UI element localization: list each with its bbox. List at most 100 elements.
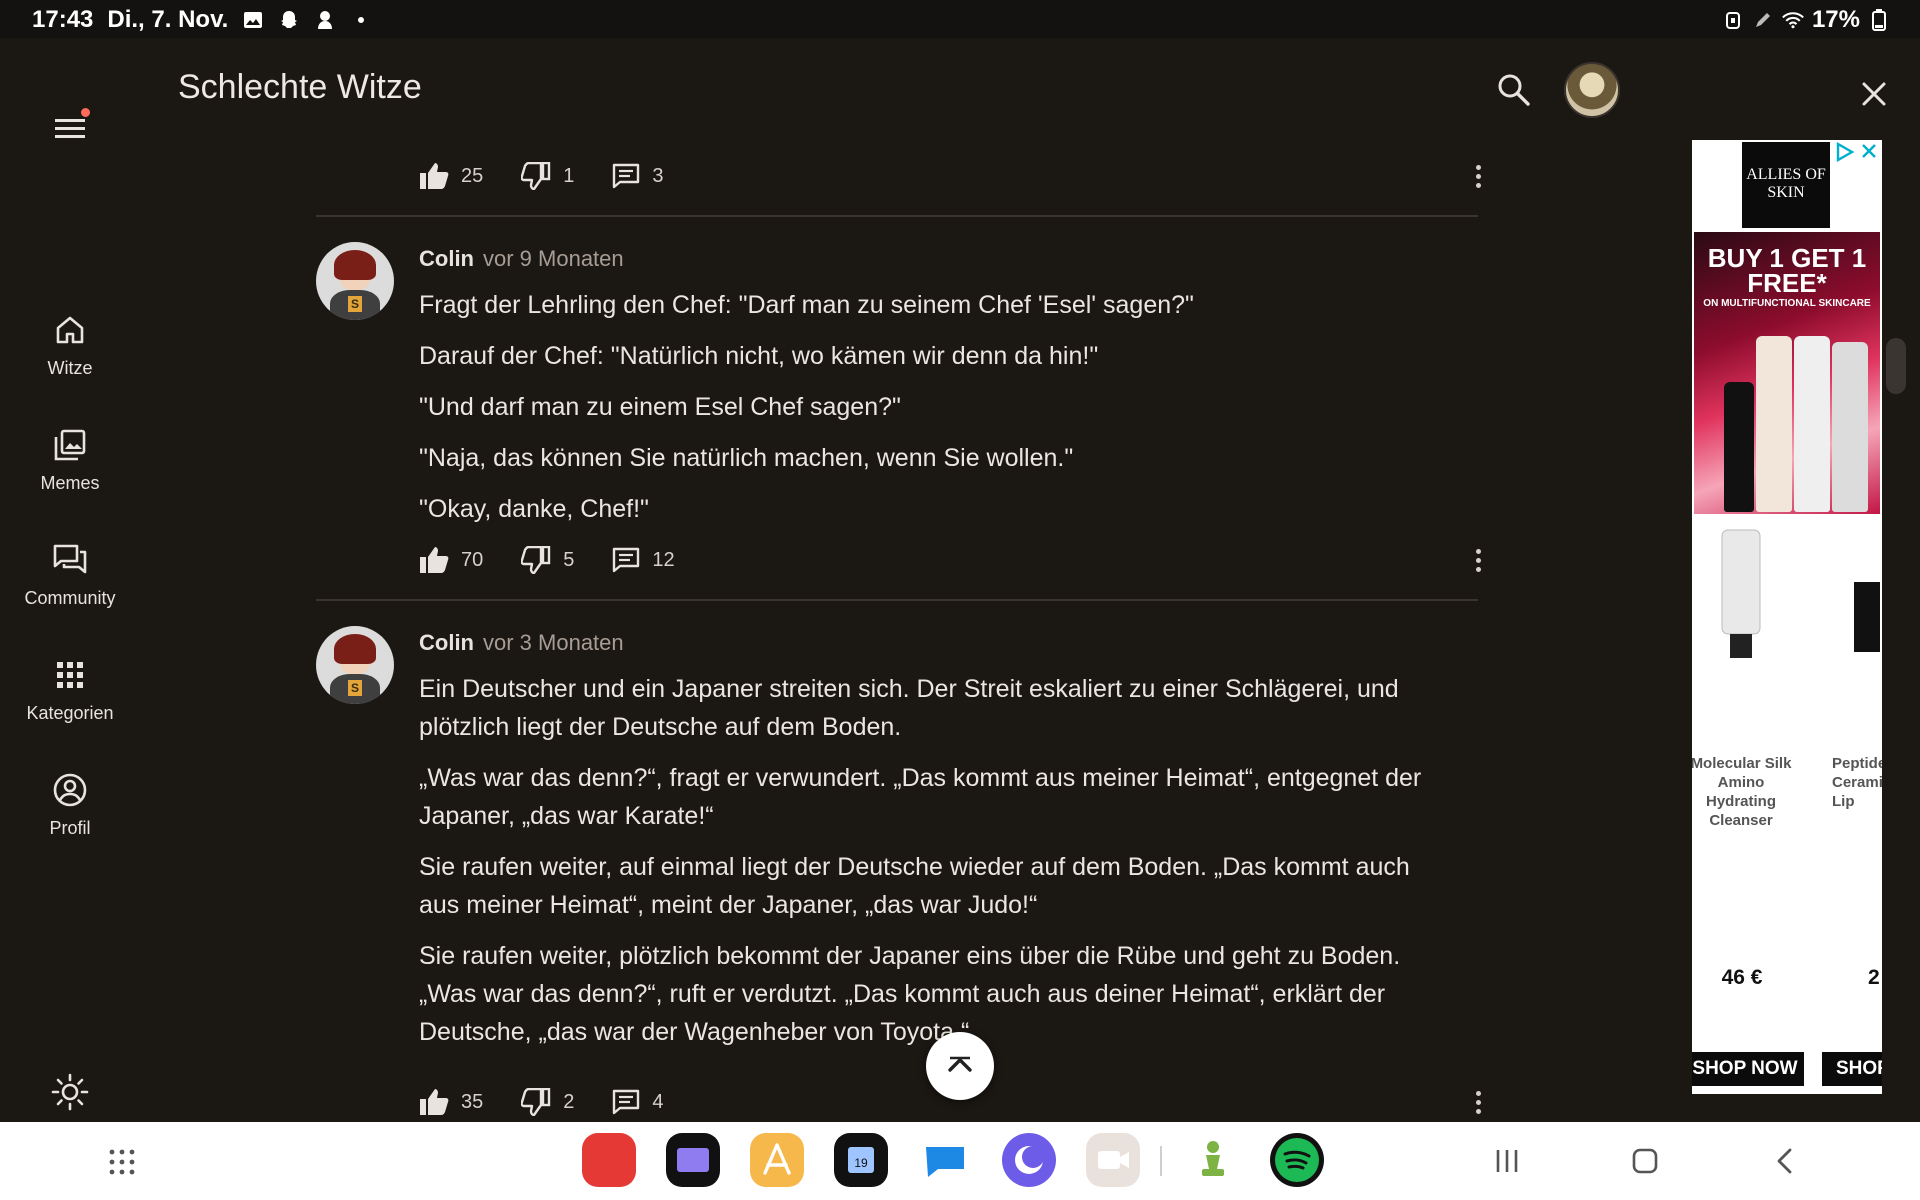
shop-button[interactable]: SHOP: [1822, 1052, 1882, 1086]
taskbar-messages-icon[interactable]: [918, 1133, 972, 1187]
pen-icon: [1752, 9, 1774, 31]
dislike-count: 1: [563, 164, 575, 187]
menu-button[interactable]: [52, 108, 90, 146]
post-time: vor 3 Monaten: [483, 630, 624, 655]
notification-dot: [81, 108, 90, 117]
dislike-button[interactable]: 5: [521, 546, 574, 574]
ad-product-image[interactable]: [1852, 522, 1882, 662]
taskbar-spotify-icon[interactable]: [1270, 1133, 1324, 1187]
panel-scroll-handle[interactable]: [1886, 338, 1906, 394]
advertisement[interactable]: ALLIES OF SKIN BUY 1 GET 1 FREE* ON MULT…: [1692, 140, 1882, 1094]
post-actions: 35 2 4: [419, 1084, 702, 1120]
main-content: Schlechte Witze 25 1 3 S Colin vor 9 Mon…: [140, 38, 1656, 1122]
more-options-button[interactable]: [1464, 542, 1492, 578]
nav-item-community[interactable]: Community: [0, 542, 140, 642]
comment-count: 12: [652, 548, 675, 571]
ad-brand-logo: ALLIES OF SKIN: [1742, 142, 1830, 228]
home-button[interactable]: [1630, 1146, 1660, 1181]
ad-product-name[interactable]: Peptides & Ceramides Lip: [1832, 754, 1882, 811]
comment-icon: [613, 163, 640, 189]
ad-product-image[interactable]: [1706, 522, 1776, 662]
snapchat-notification-icon: [278, 9, 300, 31]
taskbar-browser-icon[interactable]: [1002, 1133, 1056, 1187]
like-count: 35: [461, 1090, 484, 1113]
comments-button[interactable]: 3: [612, 163, 664, 189]
ad-controls: [1834, 141, 1878, 167]
home-square-icon: [1632, 1148, 1658, 1174]
shop-now-button[interactable]: SHOP NOW: [1692, 1052, 1804, 1086]
post-body: Fragt der Lehrling den Chef: "Darf man z…: [419, 286, 1439, 541]
close-panel-button[interactable]: [1854, 74, 1894, 114]
post-actions: 25 1 3: [419, 158, 702, 194]
home-icon: [56, 316, 84, 344]
nav-item-memes[interactable]: Memes: [0, 427, 140, 527]
app-drawer-icon: [109, 1149, 135, 1175]
like-count: 70: [461, 548, 484, 571]
post-paragraph: Fragt der Lehrling den Chef: "Darf man z…: [419, 291, 1194, 319]
page-title: Schlechte Witze: [178, 68, 422, 106]
taskbar-app-store-icon[interactable]: [750, 1133, 804, 1187]
like-button[interactable]: 35: [419, 1088, 483, 1116]
back-chevron-icon: [1777, 1148, 1792, 1174]
ad-close-icon[interactable]: [1860, 142, 1878, 167]
like-count: 25: [461, 164, 484, 187]
sun-icon: [51, 1073, 89, 1111]
ad-panel: ALLIES OF SKIN BUY 1 GET 1 FREE* ON MULT…: [1654, 38, 1920, 1122]
nav-item-witze[interactable]: Witze: [0, 312, 140, 412]
nav-item-profil[interactable]: Profil: [0, 772, 140, 872]
scroll-to-top-button[interactable]: [926, 1032, 994, 1100]
taskbar-calendar-icon[interactable]: 19: [834, 1133, 888, 1187]
taskbar-chess-icon[interactable]: [1186, 1133, 1240, 1187]
search-button[interactable]: [1494, 70, 1534, 110]
author-avatar[interactable]: S: [316, 242, 394, 320]
author-avatar[interactable]: S: [316, 626, 394, 704]
thumb-down-icon: [521, 1088, 551, 1116]
like-button[interactable]: 70: [419, 546, 483, 574]
status-bar: 17:43 Di., 7. Nov. 17%: [0, 0, 1920, 38]
wifi-icon: [1782, 9, 1804, 31]
dislike-count: 5: [563, 548, 575, 571]
battery-percentage: 17%: [1811, 6, 1860, 33]
taskbar-video-icon[interactable]: [1086, 1133, 1140, 1187]
theme-toggle-button[interactable]: [50, 1072, 90, 1112]
user-avatar[interactable]: [1564, 62, 1620, 118]
like-button[interactable]: 25: [419, 162, 483, 190]
comment-icon: [613, 1089, 640, 1115]
nav-item-label: Memes: [40, 473, 100, 493]
svg-text:19: 19: [854, 1156, 868, 1170]
more-options-button[interactable]: [1464, 1084, 1492, 1120]
taskbar-files-icon[interactable]: [666, 1133, 720, 1187]
post-paragraph: "Okay, danke, Chef!": [419, 495, 649, 523]
gallery-icon: [54, 429, 86, 461]
thumb-up-icon: [420, 163, 449, 189]
divider: [316, 215, 1478, 217]
divider: [316, 599, 1478, 601]
ad-subline: ON MULTIFUNCTIONAL SKINCARE: [1703, 298, 1871, 309]
dislike-button[interactable]: 2: [521, 1088, 574, 1116]
comments-button[interactable]: 12: [612, 547, 675, 573]
dislike-button[interactable]: 1: [521, 162, 574, 190]
post-actions: 70 5 12: [419, 542, 713, 578]
recent-apps-button[interactable]: [1492, 1146, 1522, 1181]
ad-choices-icon[interactable]: [1834, 141, 1856, 167]
search-icon: [1498, 74, 1530, 106]
author-name[interactable]: Colin: [419, 246, 474, 272]
nav-item-kategorien[interactable]: Kategorien: [0, 657, 140, 757]
nav-item-label: Witze: [47, 358, 93, 378]
thumb-down-icon: [521, 546, 551, 574]
post-paragraph: Ein Deutscher und ein Japaner streiten s…: [419, 675, 1399, 741]
alarm-icon: [1722, 9, 1744, 31]
nav-item-label: Kategorien: [26, 703, 114, 723]
app-drawer-button[interactable]: [108, 1148, 136, 1181]
ad-product-price: 2: [1868, 966, 1880, 989]
battery-icon: [1868, 9, 1890, 31]
more-options-button[interactable]: [1464, 158, 1492, 194]
post-body: Ein Deutscher und ein Japaner streiten s…: [419, 670, 1439, 1064]
more-notifications-dot-icon: [350, 9, 372, 31]
author-name[interactable]: Colin: [419, 630, 474, 656]
post-paragraph: Sie raufen weiter, auf einmal liegt der …: [419, 853, 1410, 919]
ad-product-name[interactable]: Molecular Silk Amino Hydrating Cleanser: [1692, 754, 1796, 830]
back-button[interactable]: [1770, 1146, 1800, 1181]
taskbar-app-red-icon[interactable]: [582, 1133, 636, 1187]
comments-button[interactable]: 4: [612, 1089, 664, 1115]
